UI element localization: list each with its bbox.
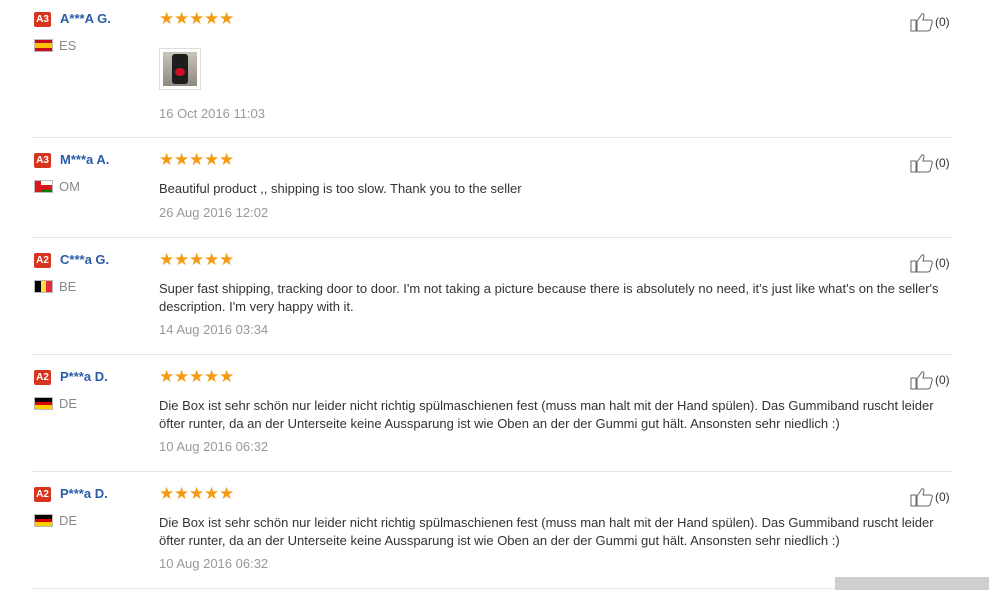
review-text: Beautiful product ,, shipping is too slo… — [159, 181, 522, 196]
like-button[interactable]: (0) — [910, 153, 950, 173]
review-date: 16 Oct 2016 11:03 — [159, 106, 266, 121]
reviewer-name[interactable]: M***a A. — [60, 152, 109, 167]
thumbs-up-icon — [910, 488, 933, 507]
star-icon: ★ — [174, 484, 189, 503]
star-icon: ★ — [189, 367, 204, 386]
belgium-flag-icon — [34, 280, 53, 293]
like-button[interactable]: (0) — [910, 253, 950, 273]
reviewer-name[interactable]: P***a D. — [60, 486, 108, 501]
star-icon: ★ — [204, 150, 219, 169]
buyer-level-badge: A2 — [34, 370, 51, 385]
star-icon: ★ — [174, 9, 189, 28]
reviewer-country: DE — [59, 396, 78, 411]
star-icon: ★ — [219, 250, 234, 269]
reviewer-name[interactable]: A***A G. — [60, 11, 111, 26]
review-item: A2 C***a G. BE ★★★★★ Super fast shipping… — [32, 250, 952, 355]
star-icon: ★ — [189, 9, 204, 28]
germany-flag-icon — [34, 514, 53, 527]
star-icon: ★ — [159, 9, 174, 28]
star-rating: ★★★★★ — [159, 150, 234, 170]
review-text: Super fast shipping, tracking door to do… — [159, 281, 939, 314]
star-icon: ★ — [174, 150, 189, 169]
germany-flag-icon — [34, 397, 53, 410]
buyer-level-badge: A2 — [34, 253, 51, 268]
thumbs-up-icon — [910, 254, 933, 273]
thumbs-up-icon — [910, 154, 933, 173]
oman-flag-icon — [34, 180, 53, 193]
review-date: 26 Aug 2016 12:02 — [159, 205, 269, 220]
star-icon: ★ — [204, 250, 219, 269]
star-icon: ★ — [219, 367, 234, 386]
scrollbar-track[interactable] — [835, 577, 989, 590]
spain-flag-icon — [34, 39, 53, 52]
review-item: A3 M***a A. OM ★★★★★ Beautiful product ,… — [32, 150, 952, 238]
star-rating: ★★★★★ — [159, 250, 234, 270]
review-item: A2 P***a D. DE ★★★★★ Die Box ist sehr sc… — [32, 367, 952, 472]
star-icon: ★ — [219, 484, 234, 503]
reviewer-country: DE — [59, 513, 78, 528]
star-rating: ★★★★★ — [159, 484, 234, 504]
review-text: Die Box ist sehr schön nur leider nicht … — [159, 398, 934, 431]
star-icon: ★ — [204, 484, 219, 503]
star-icon: ★ — [159, 250, 174, 269]
review-text: Die Box ist sehr schön nur leider nicht … — [159, 515, 934, 548]
like-button[interactable]: (0) — [910, 370, 950, 390]
review-date: 14 Aug 2016 03:34 — [159, 322, 269, 337]
star-icon: ★ — [204, 367, 219, 386]
like-count: (0) — [935, 15, 950, 29]
thumbs-up-icon — [910, 371, 933, 390]
reviewer-name[interactable]: C***a G. — [60, 252, 109, 267]
star-icon: ★ — [159, 150, 174, 169]
reviewer-country: OM — [59, 179, 80, 194]
star-icon: ★ — [174, 367, 189, 386]
like-button[interactable]: (0) — [910, 487, 950, 507]
star-rating: ★★★★★ — [159, 367, 234, 387]
like-count: (0) — [935, 256, 950, 270]
reviewer-name[interactable]: P***a D. — [60, 369, 108, 384]
review-date: 10 Aug 2016 06:32 — [159, 556, 269, 571]
like-button[interactable]: (0) — [910, 12, 950, 32]
star-rating: ★★★★★ — [159, 9, 234, 29]
review-item: A3 A***A G. ES ★★★★★ 16 Oct 2016 11:03 (… — [32, 9, 952, 138]
star-icon: ★ — [219, 9, 234, 28]
buyer-level-badge: A2 — [34, 487, 51, 502]
review-photo-thumbnail[interactable] — [159, 48, 201, 90]
buyer-level-badge: A3 — [34, 153, 51, 168]
like-count: (0) — [935, 373, 950, 387]
star-icon: ★ — [174, 250, 189, 269]
reviewer-country: BE — [59, 279, 77, 294]
star-icon: ★ — [219, 150, 234, 169]
star-icon: ★ — [189, 250, 204, 269]
star-icon: ★ — [159, 484, 174, 503]
review-item: A2 P***a D. DE ★★★★★ Die Box ist sehr sc… — [32, 484, 952, 589]
thumbs-up-icon — [910, 13, 933, 32]
review-date: 10 Aug 2016 06:32 — [159, 439, 269, 454]
reviewer-country: ES — [59, 38, 77, 53]
like-count: (0) — [935, 490, 950, 504]
star-icon: ★ — [159, 367, 174, 386]
like-count: (0) — [935, 156, 950, 170]
star-icon: ★ — [189, 484, 204, 503]
star-icon: ★ — [189, 150, 204, 169]
star-icon: ★ — [204, 9, 219, 28]
buyer-level-badge: A3 — [34, 12, 51, 27]
